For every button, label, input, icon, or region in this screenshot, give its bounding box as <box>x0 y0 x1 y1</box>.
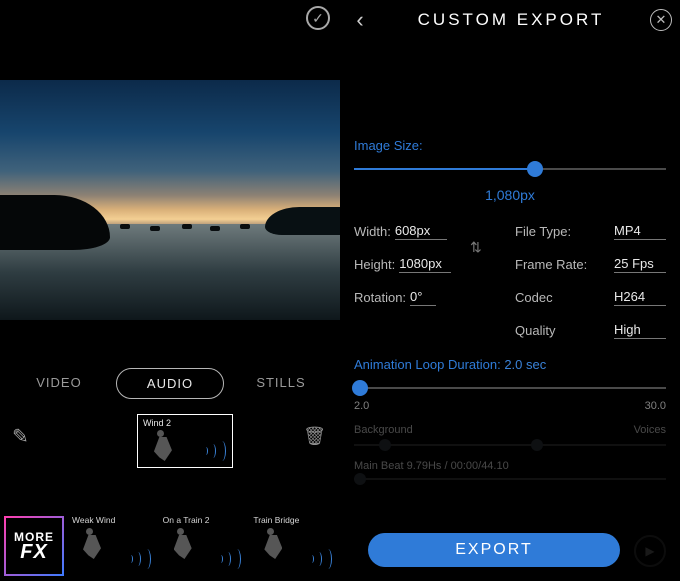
image-size-value: 1,080px <box>354 187 666 203</box>
media-preview[interactable] <box>0 80 340 320</box>
export-header: ‹ CUSTOM EXPORT ✕ <box>340 0 680 40</box>
filetype-field[interactable]: File Type: MP4 <box>515 223 666 240</box>
rotation-field[interactable]: Rotation: 0° <box>354 289 505 306</box>
width-field[interactable]: Width: 608px <box>354 223 505 240</box>
image-size-slider[interactable] <box>354 159 666 179</box>
export-title: CUSTOM EXPORT <box>372 10 650 30</box>
sound-waves-icon <box>204 441 226 461</box>
preset-label: On a Train 2 <box>163 515 210 525</box>
confirm-icon[interactable]: ✓ <box>306 6 330 30</box>
preset-on-a-train-2[interactable]: On a Train 2 <box>159 511 250 581</box>
sound-waves-icon <box>129 549 151 569</box>
editor-pane: ✓ VIDEO AUDIO STILLS ✎ Wind 2 🗑 MORE FX … <box>0 0 340 581</box>
dancer-icon <box>151 430 179 464</box>
dancer-icon <box>80 528 108 562</box>
edit-icon[interactable]: ✎ <box>12 424 29 449</box>
mode-tabs: VIDEO AUDIO STILLS <box>0 368 340 399</box>
tab-audio[interactable]: AUDIO <box>116 368 224 399</box>
animation-duration-slider[interactable] <box>354 378 666 398</box>
export-button[interactable]: EXPORT <box>368 533 620 567</box>
play-icon[interactable]: ▶ <box>634 535 666 567</box>
tab-stills[interactable]: STILLS <box>228 368 334 399</box>
preset-label: Train Bridge <box>253 515 299 525</box>
codec-field[interactable]: Codec H264 <box>515 289 666 306</box>
more-fx-button[interactable]: MORE FX <box>4 516 64 576</box>
audio-mix-ghost: Background Voices Main Beat 9.79Hs / 00:… <box>340 412 680 480</box>
sound-waves-icon <box>310 549 332 569</box>
tab-video[interactable]: VIDEO <box>6 368 112 399</box>
height-field[interactable]: Height: 1080px <box>354 256 505 273</box>
custom-export-panel: ‹ CUSTOM EXPORT ✕ Image Size: 1,080px Wi… <box>340 0 680 581</box>
preset-label: Weak Wind <box>72 515 115 525</box>
sound-waves-icon <box>219 549 241 569</box>
image-size-section: Image Size: 1,080px <box>340 138 680 203</box>
dancer-icon <box>171 528 199 562</box>
export-preview <box>352 42 668 130</box>
close-icon[interactable]: ✕ <box>650 9 672 31</box>
link-dimensions-icon[interactable]: ⇅ <box>470 239 482 256</box>
dancer-icon <box>261 528 289 562</box>
framerate-field[interactable]: Frame Rate: 25 Fps <box>515 256 666 273</box>
back-icon[interactable]: ‹ <box>348 7 372 33</box>
trash-icon[interactable]: 🗑 <box>303 426 326 447</box>
quality-field[interactable]: Quality High <box>515 322 666 339</box>
editor-topbar: ✓ <box>0 0 340 36</box>
animation-ticks: 2.0 30.0 <box>340 400 680 412</box>
animation-duration-row: Animation Loop Duration: 2.0 sec <box>340 357 680 398</box>
audio-preset-strip: MORE FX Weak Wind On a Train 2 Train Bri… <box>0 511 340 581</box>
export-params: Width: 608px Height: 1080px Rotation: 0°… <box>340 223 680 339</box>
selected-audio-preset[interactable]: Wind 2 <box>137 414 233 468</box>
preset-label: Wind 2 <box>143 418 227 428</box>
image-size-label: Image Size: <box>354 138 666 153</box>
preset-train-bridge[interactable]: Train Bridge <box>249 511 340 581</box>
preset-weak-wind[interactable]: Weak Wind <box>68 511 159 581</box>
